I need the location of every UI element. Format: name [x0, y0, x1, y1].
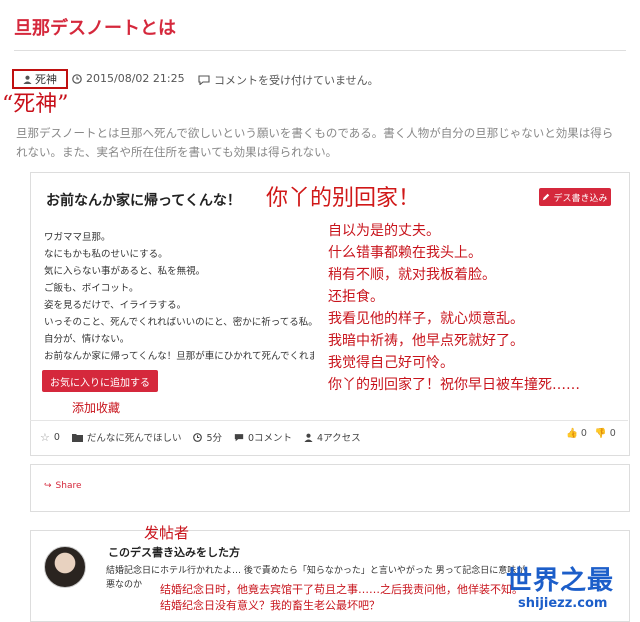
watermark-url: shijiezz.com — [518, 596, 608, 611]
comments-count: 0コメント — [248, 433, 293, 444]
post-line: ご飯も、ボイコット。 — [44, 283, 139, 294]
post-line: お前なんか家に帰ってくんな！旦那が車にひかれて死んでくれます様に… — [44, 351, 314, 362]
post-line: なにもかも私のせいにする。 — [44, 249, 168, 260]
stats-divider — [30, 420, 628, 421]
translation-line: 自以为是的丈夫。 — [328, 223, 440, 239]
author-annotation: “死神” — [2, 92, 69, 117]
comments-status-text: コメントを受け付けていません。 — [214, 74, 379, 87]
post-line: 気に入らない事があると、私を無視。 — [44, 266, 206, 277]
comment-translation: 结婚纪念日时，他竟去宾馆干了苟且之事……之后我责问他，他佯装不知。 结婚纪念日没… — [160, 582, 523, 614]
user-icon — [23, 75, 32, 84]
watermark-logo: 世界之最 — [506, 566, 615, 596]
description-line: 旦那デスノートとは旦那へ死んで欲しいという願いを書くものである。書く人物が自分の… — [16, 126, 614, 140]
comment-translation-line: 结婚纪念日时，他竟去宾馆干了苟且之事……之后我责问他，他佯装不知。 — [160, 583, 523, 596]
thumbs-down-icon: 👎 — [594, 428, 607, 439]
death-write-button[interactable]: デス書き込み — [539, 188, 611, 206]
translation-line: 我暗中祈祷，他早点死就好了。 — [328, 333, 524, 349]
post-title-annotation: 你丫的别回家！ — [266, 186, 421, 211]
share-card — [30, 464, 630, 512]
likes-stat[interactable]: ☆ 0 — [40, 431, 60, 444]
share-icon: ↪ — [44, 481, 52, 491]
description-line: れない。また、実名や所在住所を書いても効果は得られない。 — [16, 145, 338, 159]
pencil-icon — [543, 193, 550, 201]
post-line: 自分が、情けない。 — [44, 334, 130, 345]
author-name: 死神 — [35, 73, 57, 86]
clock-icon — [72, 73, 82, 84]
star-icon: ☆ — [40, 430, 50, 444]
post-line: いっそのこと、死んでくれればいいのにと、密かに祈ってる私。 — [44, 317, 314, 328]
translation-line: 我看见他的样子，就心烦意乱。 — [328, 311, 524, 327]
post-line: 姿を見るだけで、イライラする。 — [44, 300, 187, 311]
share-link[interactable]: ↪ Share — [44, 481, 82, 491]
share-label: Share — [55, 481, 82, 491]
translation-annotation: 自以为是的丈夫。 什么错事都赖在我头上。 稍有不顺，就对我板着脸。 还拒食。 我… — [328, 220, 580, 396]
folder-icon — [71, 433, 83, 442]
category-link[interactable]: だんなに死んでほしい — [71, 430, 182, 444]
down-count: 0 — [609, 428, 616, 439]
thumbs-down-button[interactable]: 👎 0 — [595, 428, 616, 439]
thumbs-up-button[interactable]: 👍 0 — [566, 428, 587, 439]
title-divider — [14, 50, 626, 51]
translation-line: 稍有不顺，就对我板着脸。 — [328, 267, 496, 283]
time-stat: 5分 — [193, 430, 222, 444]
death-write-label: デス書き込み — [553, 193, 608, 204]
translation-line: 我觉得自己好可怜。 — [328, 355, 454, 371]
access-stat: 4アクセス — [304, 430, 361, 444]
clock-icon — [193, 432, 203, 442]
post-datetime: 2015/08/02 21:25 — [72, 72, 185, 85]
post-line: ワガママ旦那。 — [44, 232, 111, 243]
comment-translation-line: 结婚纪念日没有意义？我的畜生老公最坏吧？ — [160, 599, 380, 612]
comment-icon — [198, 75, 210, 85]
thumbs-up-icon: 👍 — [566, 428, 578, 439]
poster-annotation: 发帖者 — [144, 524, 190, 542]
likes-count: 0 — [53, 431, 60, 443]
add-favorite-button[interactable]: お気に入りに追加する — [42, 370, 158, 392]
time-text: 5分 — [206, 433, 222, 444]
description: 旦那デスノートとは旦那へ死んで欲しいという願いを書くものである。書く人物が自分の… — [16, 124, 634, 162]
translation-line: 还拒食。 — [328, 289, 384, 305]
user-icon — [304, 433, 313, 442]
access-count: 4アクセス — [317, 433, 361, 444]
comments-stat[interactable]: 0コメント — [234, 430, 292, 444]
comment-line: 結婚記念日にホテル行かれたよ… 後で責めたら「知らなかった」と言いやがった 男っ… — [106, 566, 526, 576]
post-title: お前なんか家に帰ってくんな！ — [46, 193, 241, 209]
translation-line: 你丫的别回家了！祝你早日被车撞死…… — [328, 377, 580, 393]
comment-title: このデス書き込みをした方 — [108, 546, 240, 559]
category-name: だんなに死んでほしい — [86, 433, 182, 444]
page-title: 旦那デスノートとは — [14, 18, 176, 39]
avatar — [44, 546, 86, 588]
datetime-text: 2015/08/02 21:25 — [86, 72, 185, 85]
translation-line: 什么错事都赖在我头上。 — [328, 245, 482, 261]
comments-status: コメントを受け付けていません。 — [198, 72, 379, 88]
up-count: 0 — [580, 428, 587, 439]
post-body: ワガママ旦那。 なにもかも私のせいにする。 気に入らない事があると、私を無視。 … — [44, 229, 314, 365]
vote-controls: 👍 0 👎 0 — [566, 428, 616, 439]
post-stats: ☆ 0 だんなに死んでほしい 5分 0コメント 4アクセス — [40, 430, 361, 445]
comment-icon — [234, 433, 244, 441]
favorite-annotation: 添加收藏 — [72, 401, 121, 415]
